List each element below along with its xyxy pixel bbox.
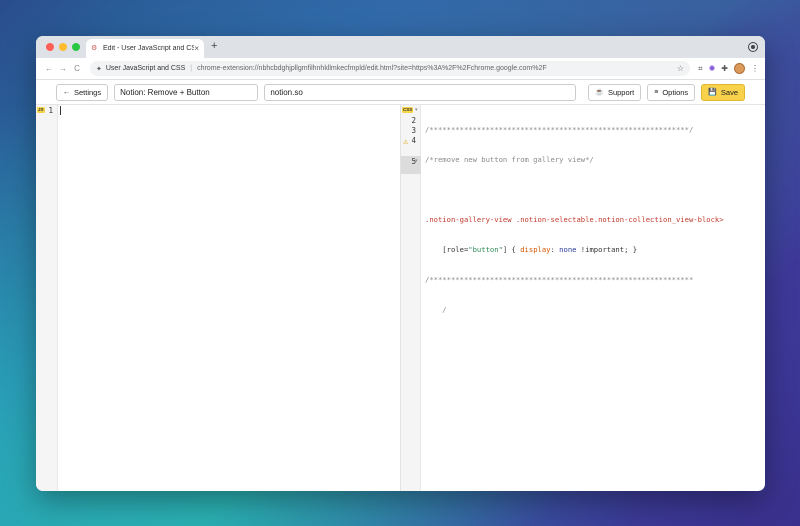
js-editor[interactable]: JS 1	[36, 105, 401, 491]
address-bar: ← → C ✦ User JavaScript and CSS | chrome…	[36, 58, 765, 80]
fold-arrow-icon[interactable]: ▾	[415, 107, 418, 113]
more-menu-icon[interactable]: ⋮	[751, 64, 759, 73]
editor-toolbar: ← Settings Notion: Remove + Button notio…	[36, 80, 765, 105]
menu-icon: ≡	[654, 88, 659, 96]
new-tab-button[interactable]: +	[211, 40, 217, 52]
window-controls	[46, 43, 80, 51]
reload-button[interactable]: C	[70, 64, 84, 73]
editors-area: JS 1 CSS ▾ 2 3 ⚠ 4 5 ▾ /****************…	[36, 105, 765, 491]
options-label: Options	[662, 87, 689, 97]
js-gutter: JS 1	[36, 105, 58, 491]
url-input[interactable]: ✦ User JavaScript and CSS | chrome-exten…	[90, 61, 691, 76]
browser-window: ⚙ Edit - User JavaScript and CSS × + ← →…	[36, 36, 765, 491]
domain-input[interactable]: notion.so	[264, 83, 577, 101]
code-line: /***************************************…	[425, 125, 694, 134]
minimize-window-button[interactable]	[59, 43, 67, 51]
settings-button[interactable]: ← Settings	[56, 83, 109, 101]
site-label: User JavaScript and CSS	[105, 65, 186, 72]
browser-profile-icon[interactable]	[749, 43, 757, 51]
code-line: /*remove new button from gallery view*/	[425, 155, 594, 164]
js-badge: JS	[37, 107, 45, 113]
js-line-number: 1	[48, 106, 53, 115]
code-line: /	[425, 305, 447, 314]
css-line-number: 4	[411, 136, 416, 145]
avatar[interactable]	[734, 63, 745, 74]
css-badge: CSS	[402, 107, 414, 113]
save-button[interactable]: 💾 Save	[701, 83, 745, 101]
code-line: .notion-gallery-view .notion-selectable.…	[425, 215, 724, 224]
url-text: chrome-extension://nbhcbdghjpllgmfilhnhk…	[197, 65, 547, 72]
forward-button[interactable]: →	[56, 64, 70, 73]
puzzle-icon: ✦	[96, 65, 102, 73]
support-button[interactable]: ☕ Support	[588, 83, 642, 101]
css-line-number: 2	[411, 116, 416, 125]
tab-close-icon[interactable]: ×	[194, 44, 199, 53]
address-separator: |	[190, 65, 193, 72]
settings-label: Settings	[74, 87, 102, 97]
extension-gear-icon[interactable]: ✺	[709, 64, 716, 73]
support-label: Support	[607, 87, 635, 97]
fold-arrow-icon[interactable]: ▾	[415, 158, 418, 164]
code-line: [role="button"] { display: none !importa…	[425, 245, 638, 254]
back-button[interactable]: ←	[42, 64, 56, 73]
warning-icon: ⚠	[403, 140, 409, 146]
rule-name-input[interactable]: Notion: Remove + Button	[114, 83, 259, 101]
options-button[interactable]: ≡ Options	[647, 83, 696, 101]
maximize-window-button[interactable]	[72, 43, 80, 51]
extensions-puzzle-icon[interactable]: ✚	[721, 64, 728, 73]
css-gutter: CSS ▾ 2 3 ⚠ 4 5 ▾	[401, 105, 421, 491]
bookmark-star-icon[interactable]: ☆	[677, 64, 684, 73]
save-label: Save	[720, 87, 738, 97]
css-editor[interactable]: CSS ▾ 2 3 ⚠ 4 5 ▾ /*********************…	[401, 105, 765, 491]
coffee-icon: ☕	[595, 89, 604, 96]
tab-strip: ⚙ Edit - User JavaScript and CSS × +	[36, 36, 765, 58]
save-icon: 💾	[708, 89, 717, 96]
css-code: /***************************************…	[425, 105, 765, 335]
browser-toolbar-icons: ⌗ ✺ ✚ ⋮	[698, 63, 759, 74]
css-line-number: 3	[411, 126, 416, 135]
code-line: /***************************************…	[425, 275, 694, 284]
arrow-left-icon: ←	[63, 88, 70, 96]
close-window-button[interactable]	[46, 43, 54, 51]
extension-favicon-icon: ⚙	[91, 45, 98, 52]
reading-list-icon[interactable]: ⌗	[698, 64, 703, 74]
text-cursor	[60, 106, 61, 115]
tab-edit[interactable]: ⚙ Edit - User JavaScript and CSS ×	[86, 39, 204, 58]
tab-title: Edit - User JavaScript and CSS	[103, 45, 195, 52]
